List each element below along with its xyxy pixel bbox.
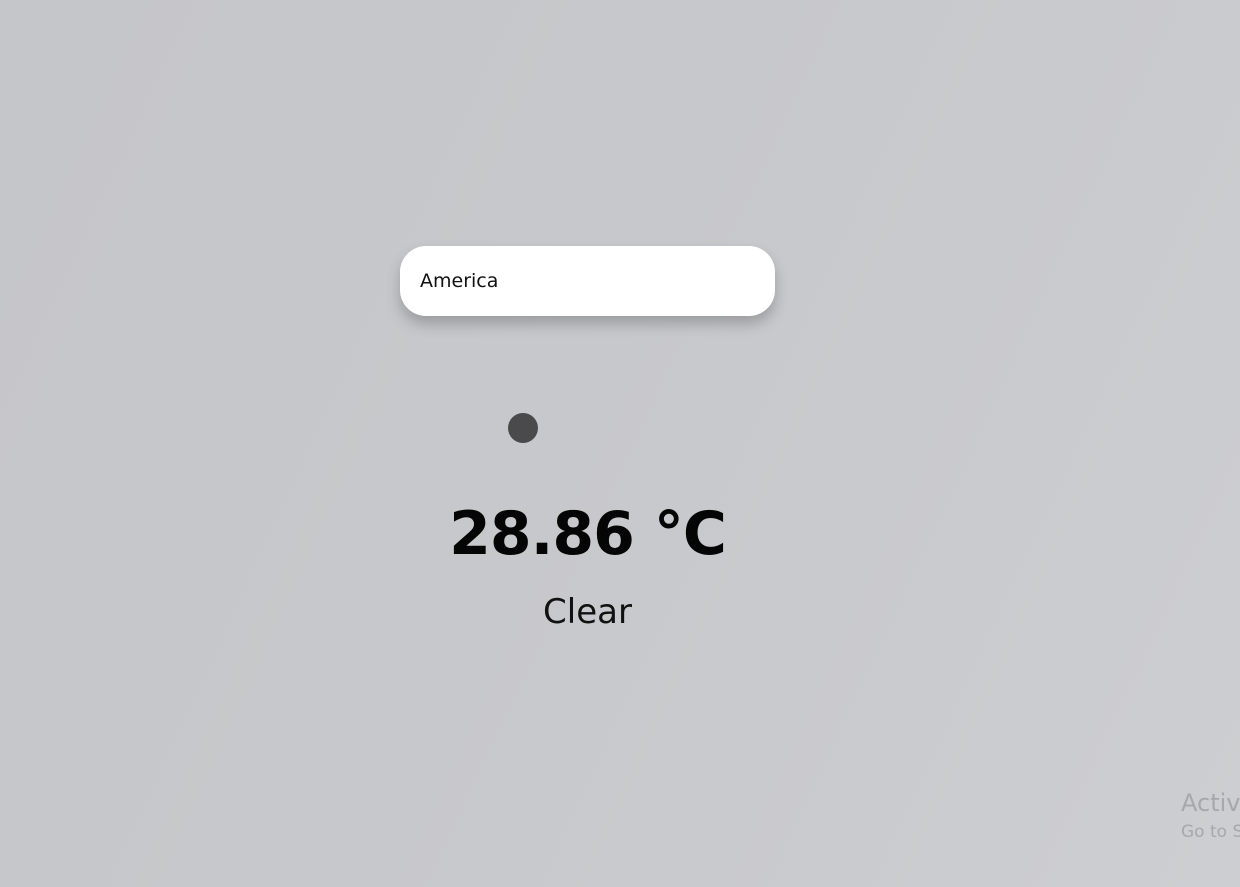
- search-input[interactable]: [400, 246, 775, 316]
- watermark-subtitle: Go to S: [1181, 822, 1240, 842]
- search-box: [400, 246, 775, 316]
- activation-watermark: Activa Go to S: [1181, 786, 1240, 844]
- weather-icon: [508, 413, 538, 443]
- temperature-value: 28.86 °C: [449, 499, 727, 569]
- weather-condition: Clear: [543, 592, 632, 632]
- watermark-title: Activa: [1181, 789, 1240, 817]
